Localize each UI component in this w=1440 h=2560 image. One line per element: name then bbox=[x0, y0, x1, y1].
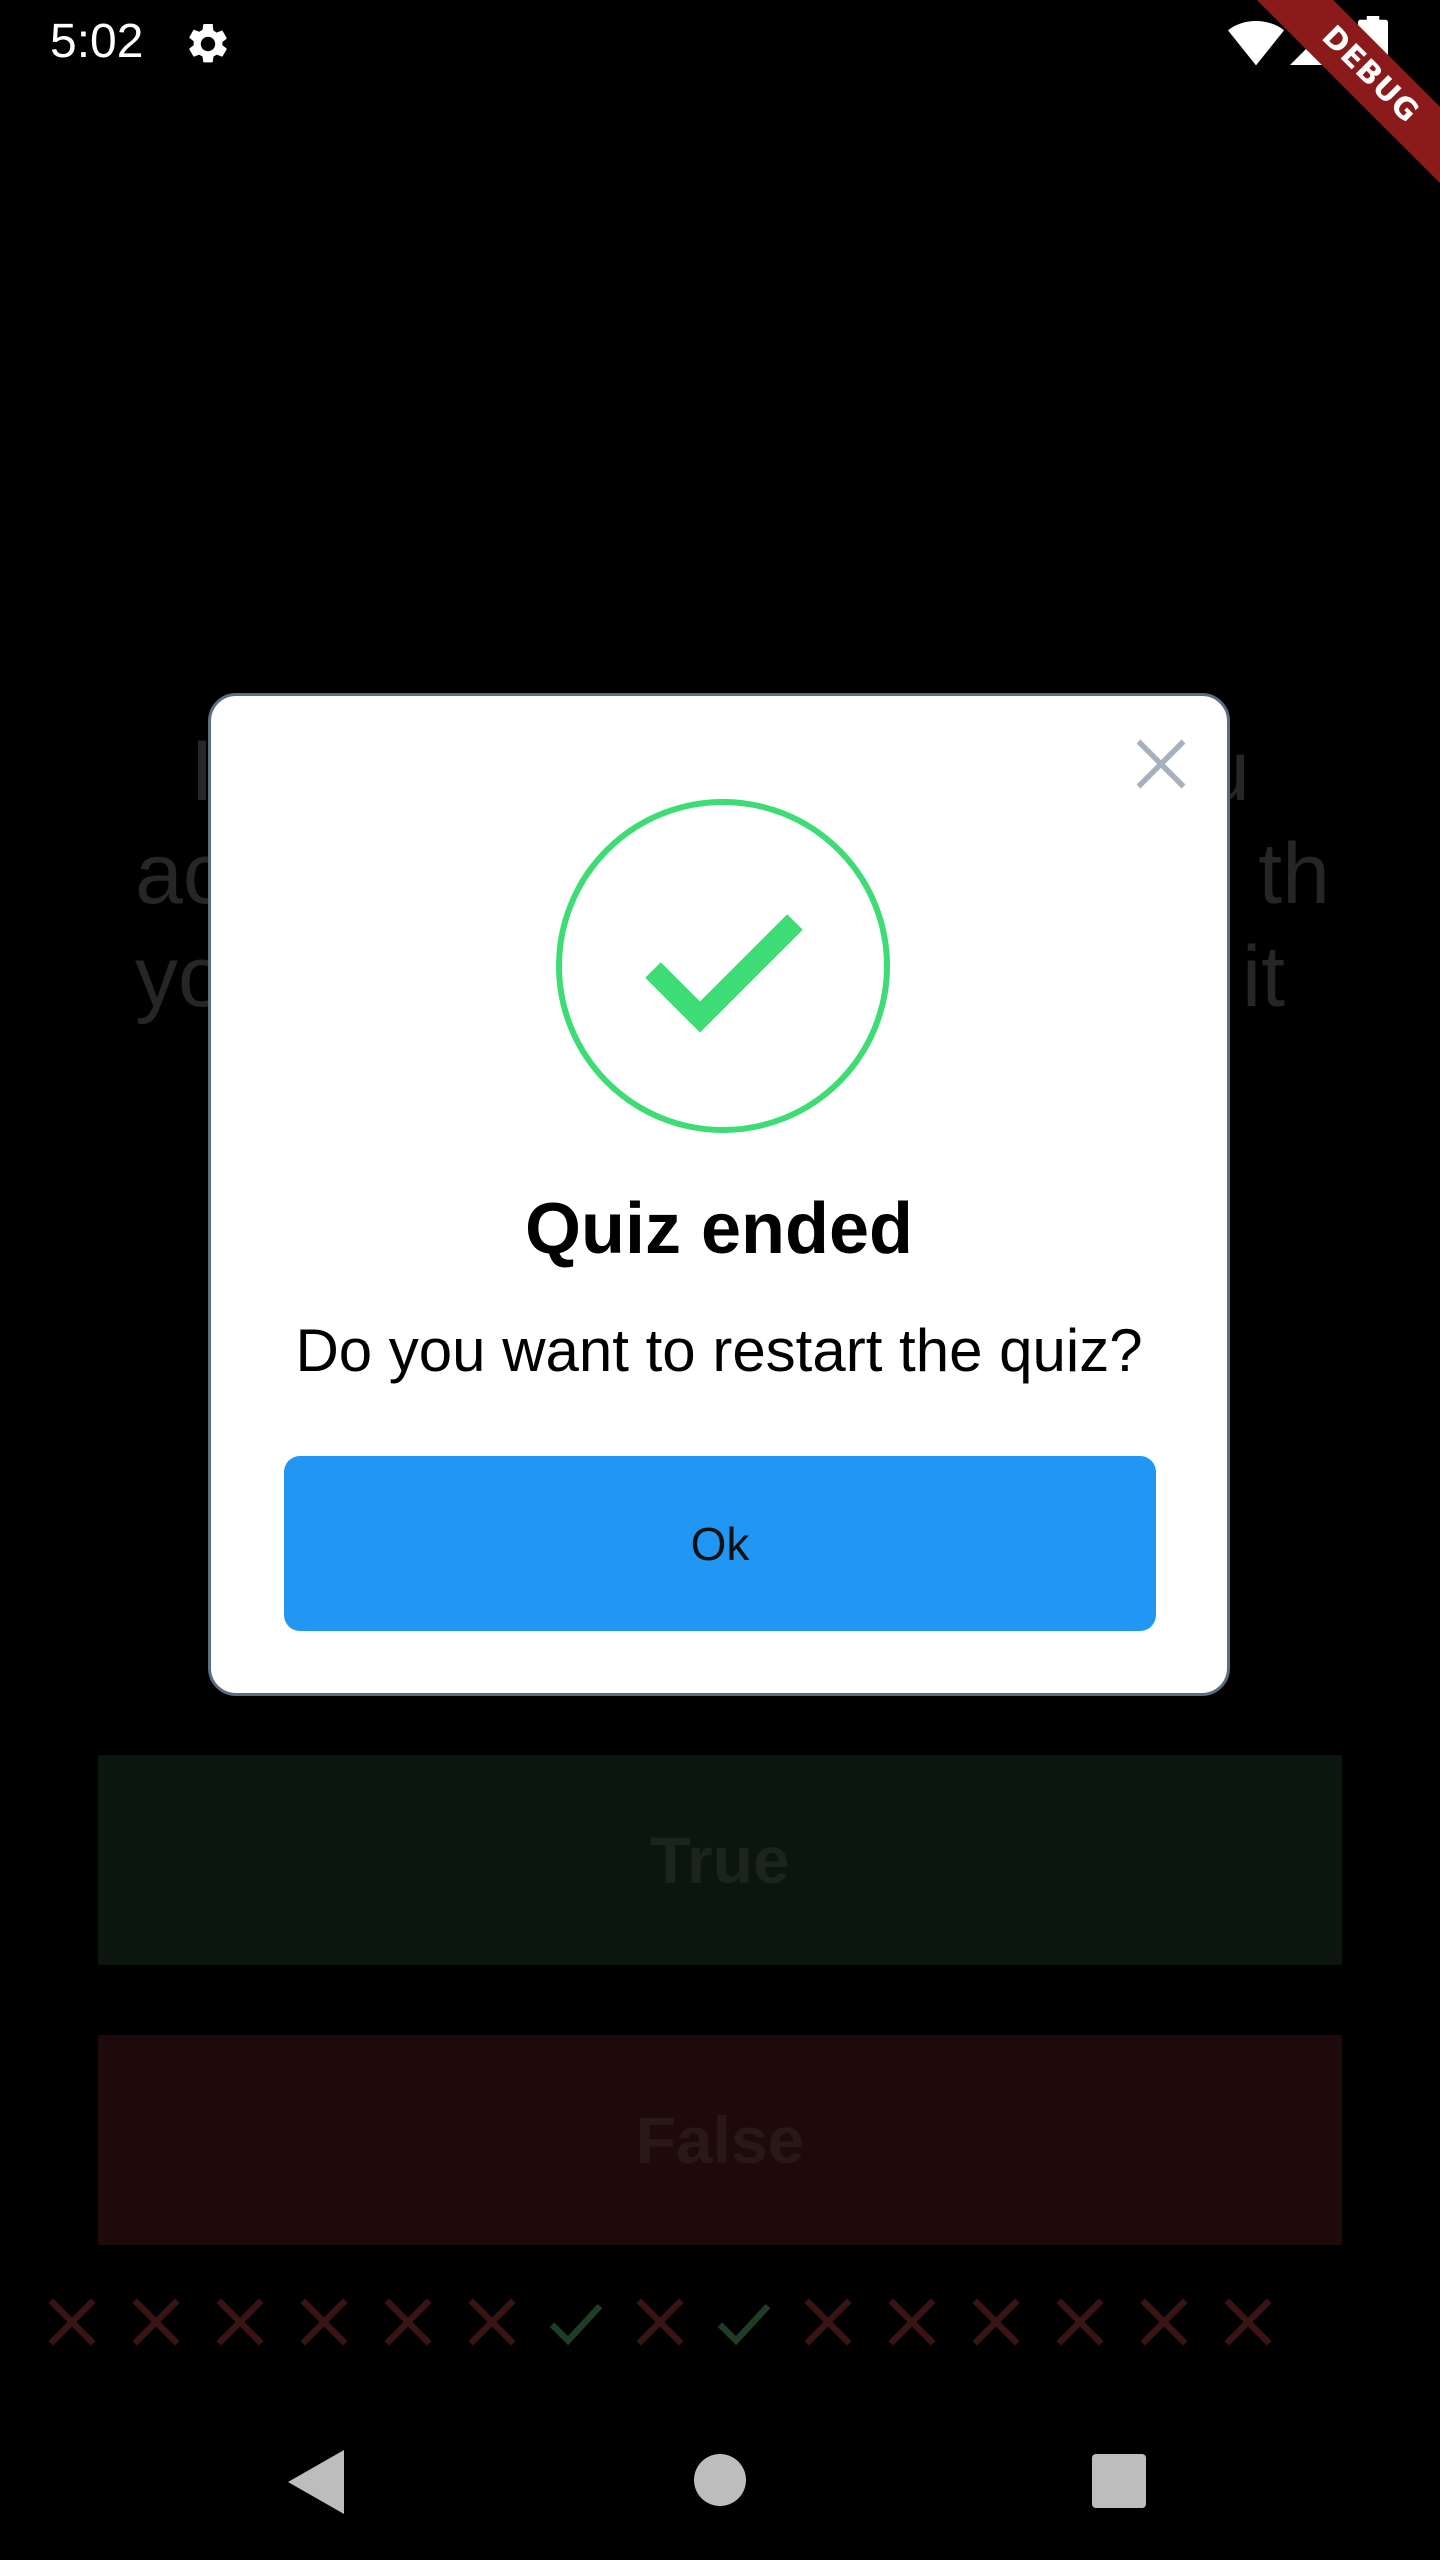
success-check-icon bbox=[556, 799, 890, 1133]
dialog-title: Quiz ended bbox=[524, 1189, 914, 1269]
ok-button[interactable]: Ok bbox=[284, 1456, 1156, 1631]
recents-icon[interactable] bbox=[1092, 2454, 1146, 2508]
quiz-ended-dialog: Quiz ended Do you want to restart the qu… bbox=[208, 693, 1230, 1696]
home-icon[interactable] bbox=[694, 2454, 746, 2506]
status-bar: 5:02 DEBUG bbox=[0, 0, 1440, 200]
dialog-message: Do you want to restart the quiz? bbox=[295, 1317, 1143, 1384]
screen: 5:02 DEBUG I u ac th yo it bbox=[0, 0, 1440, 2560]
gear-icon bbox=[189, 23, 227, 63]
back-icon[interactable] bbox=[288, 2450, 344, 2514]
status-time: 5:02 bbox=[50, 15, 144, 68]
close-icon[interactable] bbox=[1131, 734, 1191, 794]
navigation-bar bbox=[0, 2390, 1440, 2560]
